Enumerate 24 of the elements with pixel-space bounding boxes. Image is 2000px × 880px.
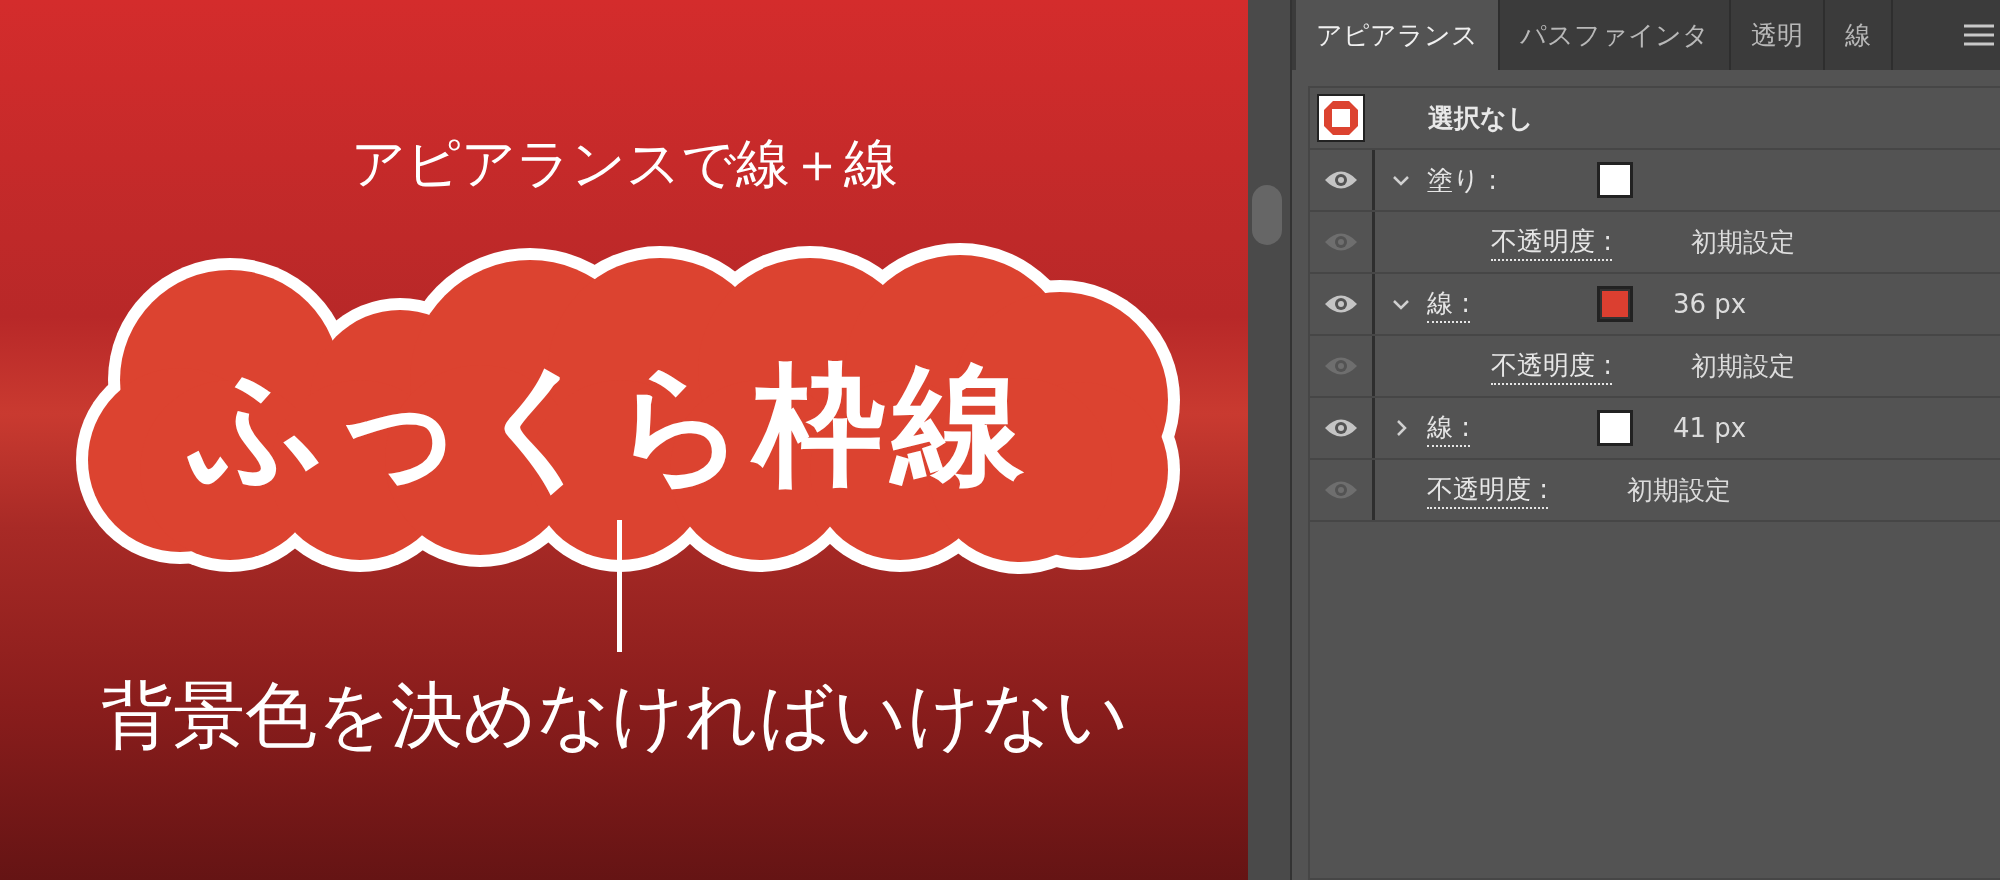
opacity-link[interactable]: 不透明度 : <box>1491 347 1613 385</box>
value-text: 初期設定 <box>1691 349 1795 383</box>
menu-icon[interactable] <box>1964 24 1994 46</box>
headline-text: アピアランスで線＋線 <box>349 131 899 197</box>
color-swatch[interactable] <box>1597 162 1633 198</box>
value-text: 41 px <box>1673 413 1747 443</box>
fill-label: 塗り : <box>1427 163 1498 197</box>
stroke-link[interactable]: 線 : <box>1427 409 1471 447</box>
eye-icon[interactable] <box>1324 169 1358 191</box>
eye-icon[interactable] <box>1324 293 1358 315</box>
opacity-link[interactable]: 不透明度 : <box>1427 471 1549 509</box>
panel-tab[interactable]: アピアランス <box>1296 0 1500 70</box>
eye-icon[interactable] <box>1324 417 1358 439</box>
value-text: 初期設定 <box>1627 473 1731 507</box>
value-text: 36 px <box>1673 289 1747 319</box>
color-swatch[interactable] <box>1597 286 1633 322</box>
selection-status: 選択なし <box>1428 101 1534 135</box>
scrollbar-thumb[interactable] <box>1252 185 1282 245</box>
color-swatch[interactable] <box>1597 410 1633 446</box>
caption-text: 背景色を決めなければいけない <box>100 672 1130 759</box>
value-text: 初期設定 <box>1691 225 1795 259</box>
object-thumbnail-icon <box>1317 94 1365 142</box>
stroke-link[interactable]: 線 : <box>1427 285 1471 323</box>
opacity-link[interactable]: 不透明度 : <box>1491 223 1613 261</box>
